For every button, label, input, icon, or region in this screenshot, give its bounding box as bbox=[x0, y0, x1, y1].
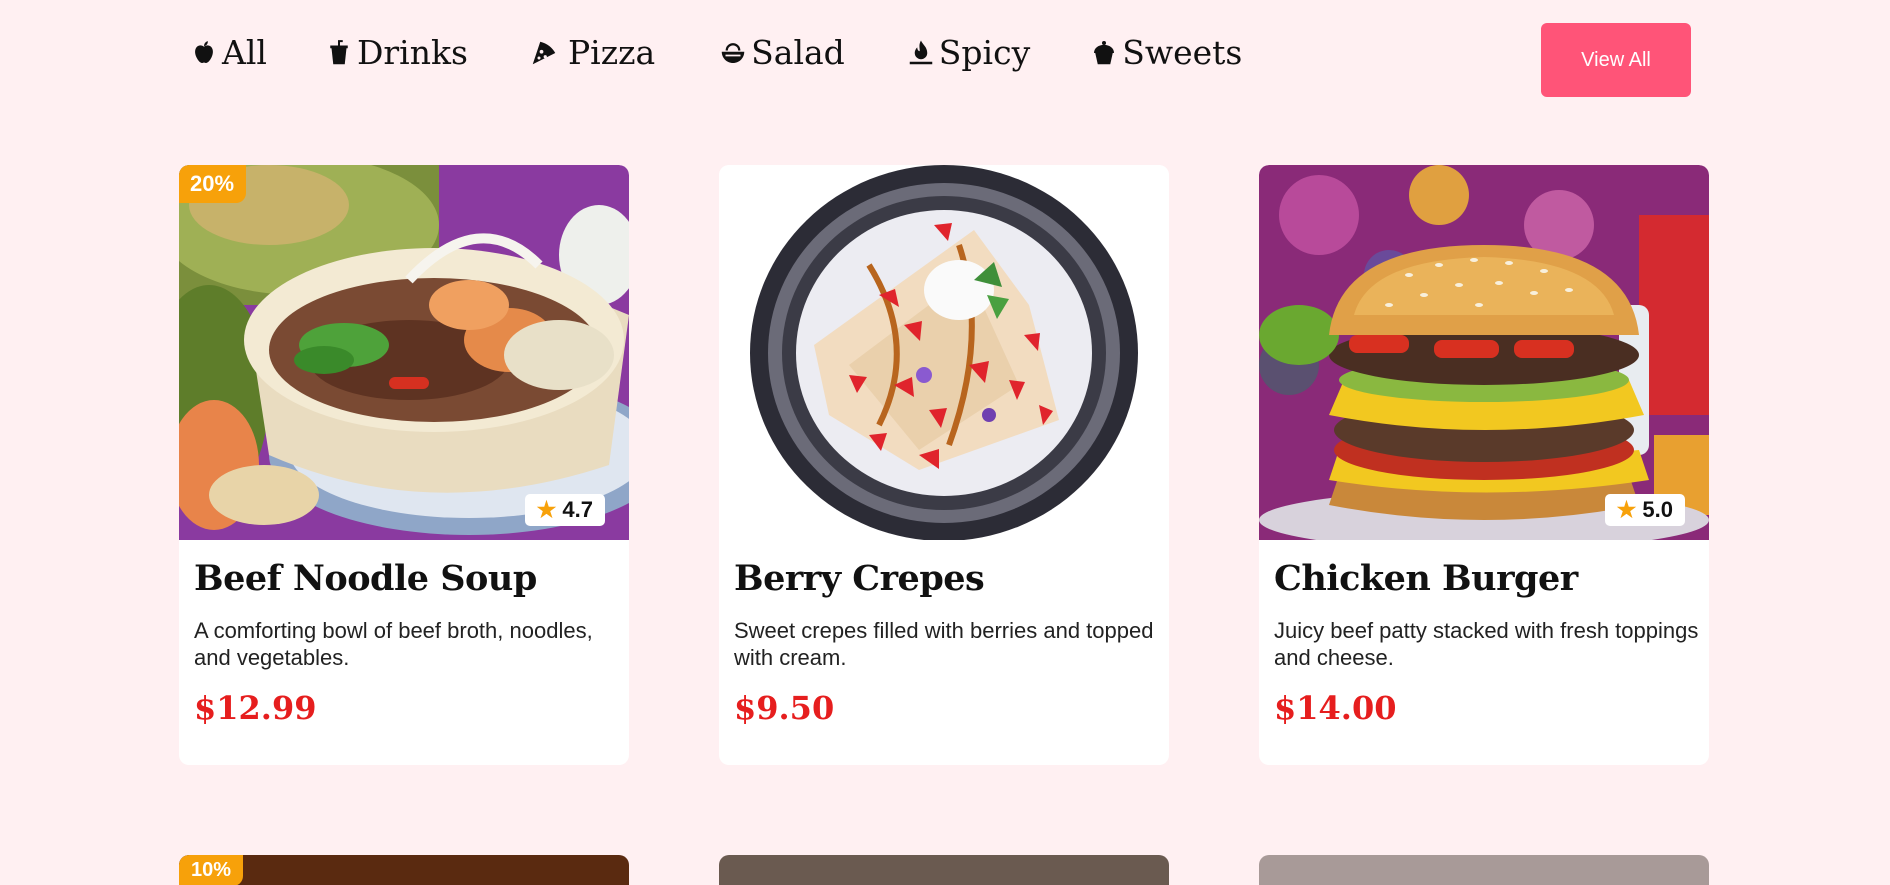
pizza-icon bbox=[528, 37, 560, 69]
food-image-berry-crepes bbox=[719, 165, 1169, 540]
category-label: Pizza bbox=[567, 33, 656, 72]
menu-card-next-row[interactable] bbox=[719, 855, 1169, 885]
category-label: Sweets bbox=[1122, 33, 1243, 72]
discount-badge: 10% bbox=[179, 855, 244, 885]
fire-icon bbox=[905, 37, 937, 69]
cupcake-icon bbox=[1088, 37, 1120, 69]
category-spicy[interactable]: Spicy bbox=[905, 36, 1030, 69]
card-title: Berry Crepes bbox=[734, 558, 985, 599]
card-title: Chicken Burger bbox=[1274, 558, 1578, 599]
menu-card-berry-crepes[interactable]: Berry Crepes Sweet crepes filled with be… bbox=[719, 165, 1169, 765]
card-description: Sweet crepes filled with berries and top… bbox=[734, 618, 1154, 670]
category-label: All bbox=[222, 33, 267, 72]
card-title: Beef Noodle Soup bbox=[194, 558, 537, 599]
bowl-icon bbox=[717, 37, 749, 69]
card-price: $9.50 bbox=[734, 689, 835, 727]
category-salad[interactable]: Salad bbox=[717, 36, 845, 69]
category-label: Drinks bbox=[356, 33, 468, 72]
menu-card-chicken-burger[interactable]: ★ 5.0 Chicken Burger Juicy beef patty st… bbox=[1259, 165, 1709, 765]
category-label: Salad bbox=[751, 33, 845, 72]
rating-value: 5.0 bbox=[1642, 497, 1673, 522]
view-all-button[interactable]: View All bbox=[1541, 23, 1691, 97]
category-bar: All Drinks Pizza Salad Spicy Sweets bbox=[188, 36, 1298, 69]
star-icon: ★ bbox=[536, 497, 557, 522]
rating-badge: ★ 5.0 bbox=[1604, 494, 1685, 526]
card-description: A comforting bowl of beef broth, noodles… bbox=[194, 618, 593, 670]
rating-value: 4.7 bbox=[562, 497, 593, 522]
card-price: $14.00 bbox=[1274, 689, 1397, 727]
card-description: Juicy beef patty stacked with fresh topp… bbox=[1274, 618, 1699, 670]
menu-card-next-row[interactable]: 10% bbox=[179, 855, 629, 885]
rating-badge: ★ 4.7 bbox=[524, 494, 605, 526]
card-price: $12.99 bbox=[194, 689, 317, 727]
category-sweets[interactable]: Sweets bbox=[1088, 36, 1242, 69]
apple-icon bbox=[188, 37, 220, 69]
category-all[interactable]: All bbox=[188, 36, 267, 69]
category-drinks[interactable]: Drinks bbox=[323, 36, 468, 69]
cup-icon bbox=[323, 37, 355, 69]
category-label: Spicy bbox=[938, 33, 1031, 72]
food-image-chicken-burger bbox=[1259, 165, 1709, 540]
star-icon: ★ bbox=[1616, 497, 1637, 522]
menu-card-next-row[interactable] bbox=[1259, 855, 1709, 885]
discount-badge: 20% bbox=[179, 165, 247, 203]
menu-card-beef-noodle-soup[interactable]: 20% ★ 4.7 Beef Noodle Soup A comforting … bbox=[179, 165, 629, 765]
food-image-beef-noodle-soup bbox=[179, 165, 629, 540]
category-pizza[interactable]: Pizza bbox=[528, 36, 655, 69]
